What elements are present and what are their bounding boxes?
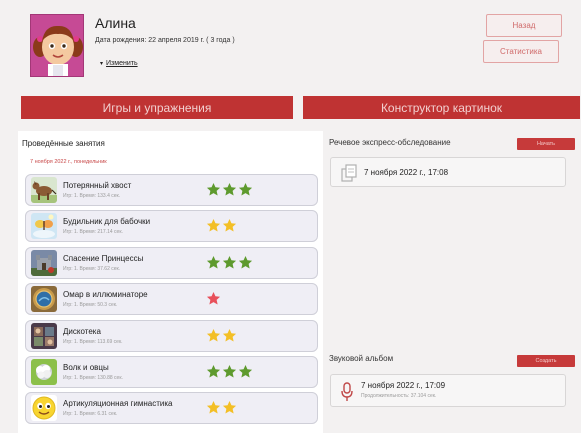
- session-row[interactable]: Волк и овцы Игр: 1. Время: 130.88 сек.: [25, 356, 318, 388]
- session-row[interactable]: Будильник для бабочки Игр: 1. Время: 217…: [25, 210, 318, 243]
- session-title: Спасение Принцессы: [63, 253, 144, 263]
- star-rating: [206, 182, 253, 198]
- session-title: Потерянный хвост: [63, 181, 132, 190]
- session-subtitle: Игр: 1. Время: 113.69 сек.: [63, 338, 123, 345]
- butterfly-icon: [31, 213, 57, 240]
- star-rating: [206, 218, 237, 234]
- sessions-date: 7 ноября 2022 г., понедельник: [30, 159, 107, 165]
- smiley-icon: [31, 395, 57, 422]
- games-button[interactable]: Игры и упражнения: [21, 96, 293, 119]
- star-icon: [206, 219, 221, 232]
- sheep-icon: [31, 359, 57, 385]
- birth-date: Дата рождения: 22 апреля 2019 г. ( 3 год…: [95, 37, 235, 44]
- star-icon: [222, 328, 237, 342]
- session-subtitle: Игр: 1. Время: 6.31 сек.: [63, 411, 118, 418]
- sound-album-entry[interactable]: 7 ноября 2022 г., 17:09 Продолжительност…: [330, 374, 566, 407]
- picture-constructor-button[interactable]: Конструктор картинок: [303, 96, 580, 119]
- session-subtitle: Игр: 1. Время: 133.4 сек.: [63, 193, 121, 199]
- session-row[interactable]: Омар в иллюминаторе Игр: 1. Время: 50.3 …: [25, 283, 318, 316]
- sessions-panel: Проведённые занятия 7 ноября 2022 г., по…: [18, 131, 323, 433]
- star-icon: [238, 364, 253, 378]
- star-icon: [206, 255, 221, 269]
- document-icon: [340, 164, 358, 187]
- session-subtitle: Игр: 1. Время: 130.88 сек.: [63, 375, 123, 381]
- star-icon: [222, 182, 237, 196]
- session-row[interactable]: Артикуляционная гимнастика Игр: 1. Время…: [25, 392, 318, 425]
- session-title: Волк и овцы: [63, 363, 109, 372]
- star-icon: [238, 182, 253, 196]
- session-title: Артикуляционная гимнастика: [63, 399, 173, 409]
- sound-album-title: Звуковой альбом: [329, 354, 394, 363]
- session-subtitle: Игр: 1. Время: 50.3 сек.: [63, 302, 118, 309]
- speech-exam-date: 7 ноября 2022 г., 17:08: [364, 168, 449, 177]
- star-rating: [206, 291, 221, 307]
- session-subtitle: Игр: 1. Время: 37.62 сек.: [63, 265, 121, 272]
- back-button[interactable]: Назад: [486, 14, 562, 37]
- castle-icon: [31, 249, 57, 276]
- star-icon: [206, 292, 221, 305]
- star-icon: [206, 328, 221, 342]
- profile-name: Алина: [95, 15, 136, 31]
- star-rating: [206, 328, 237, 344]
- star-icon: [222, 255, 237, 269]
- star-icon: [222, 364, 237, 378]
- sound-album-duration: Продолжительность: 37.104 сек.: [361, 393, 437, 399]
- star-rating: [206, 255, 253, 271]
- session-row[interactable]: Потерянный хвост Игр: 1. Время: 133.4 се…: [25, 174, 318, 206]
- star-icon: [206, 401, 221, 414]
- session-title: Омар в иллюминаторе: [63, 290, 148, 300]
- session-row[interactable]: Дискотека Игр: 1. Время: 113.69 сек.: [25, 319, 318, 352]
- disco-icon: [31, 322, 57, 349]
- sound-album-date: 7 ноября 2022 г., 17:09: [361, 381, 446, 390]
- start-exam-button[interactable]: Начать: [517, 138, 575, 150]
- speech-exam-entry[interactable]: 7 ноября 2022 г., 17:08: [330, 157, 566, 187]
- star-icon: [206, 182, 221, 196]
- sessions-title: Проведённые занятия: [22, 139, 105, 148]
- star-rating: [206, 400, 237, 416]
- session-title: Будильник для бабочки: [63, 217, 151, 227]
- star-icon: [238, 255, 253, 269]
- star-rating: [206, 364, 253, 380]
- create-album-button[interactable]: Создать: [517, 355, 575, 367]
- star-icon: [222, 401, 237, 414]
- star-icon: [206, 364, 221, 378]
- session-subtitle: Игр: 1. Время: 217.14 сек.: [63, 229, 123, 236]
- donkey-icon: [31, 177, 57, 203]
- session-row[interactable]: Спасение Принцессы Игр: 1. Время: 37.62 …: [25, 246, 318, 279]
- porthole-icon: [31, 286, 57, 313]
- star-icon: [222, 219, 237, 232]
- session-title: Дискотека: [63, 326, 101, 336]
- edit-profile-link[interactable]: Изменить: [100, 60, 138, 67]
- microphone-icon: [340, 382, 354, 407]
- statistics-button[interactable]: Статистика: [483, 40, 559, 63]
- avatar: [30, 14, 84, 77]
- speech-exam-title: Речевое экспресс-обследование: [329, 138, 451, 147]
